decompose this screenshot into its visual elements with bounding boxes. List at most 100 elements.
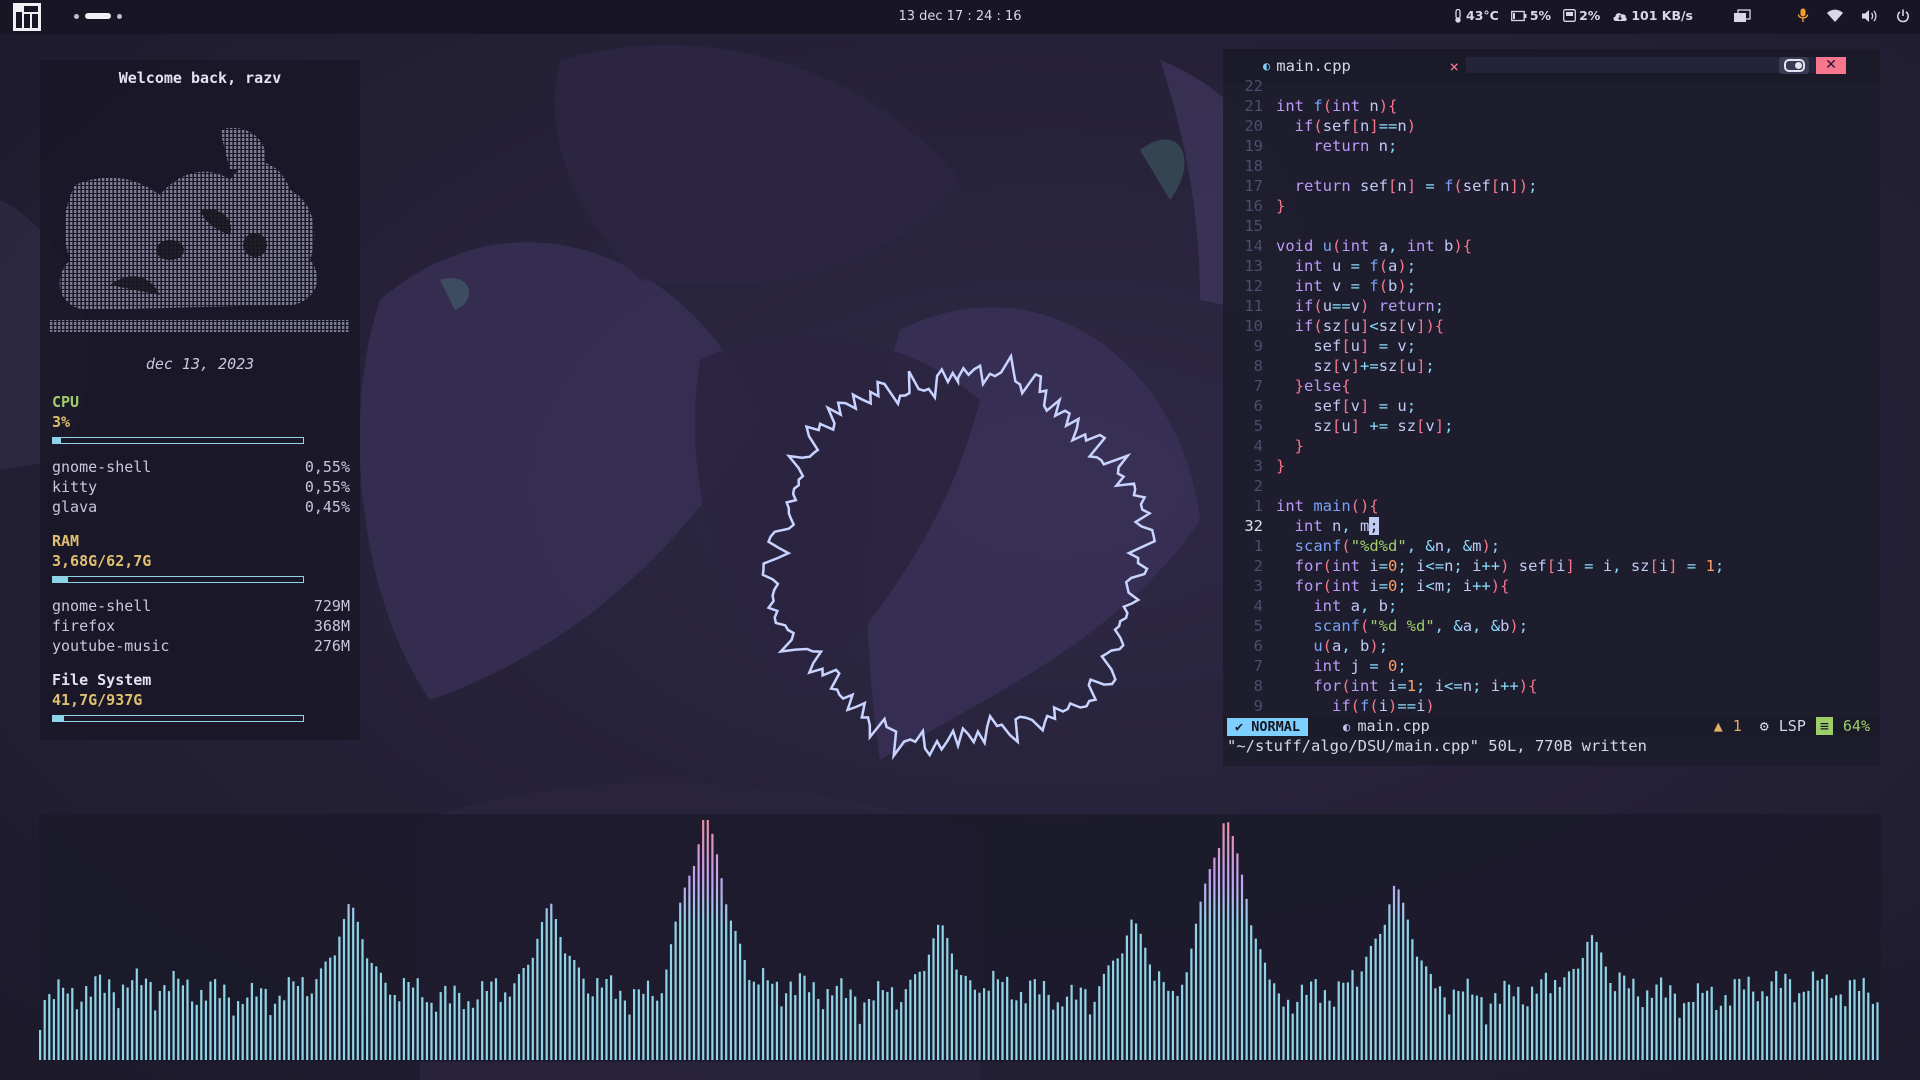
code-line[interactable]: int j = 0; [1276, 657, 1406, 675]
code-line[interactable]: for(int i=1; i<=n; i++){ [1276, 677, 1537, 695]
visualizer-bar [983, 988, 986, 1060]
wifi-indicator[interactable] [1827, 9, 1843, 22]
visualizer-bar [536, 938, 539, 1060]
visualizer-bar [1282, 1006, 1285, 1060]
visualizer-bar [1319, 1002, 1322, 1060]
code-line[interactable]: int f(int n){ [1276, 97, 1397, 115]
visualizer-bar [154, 1010, 157, 1060]
code-line[interactable]: return n; [1276, 137, 1397, 155]
code-line[interactable]: if(sz[u]<sz[v]){ [1276, 317, 1444, 335]
code-line[interactable]: if(f(i)==i) [1276, 697, 1435, 715]
visualizer-bar [872, 1000, 875, 1060]
code-line[interactable]: scanf("%d %d", &a, &b); [1276, 617, 1528, 635]
visualizer-bar [453, 985, 456, 1060]
warning-icon: ▲ [1713, 717, 1723, 735]
visualizer-bar [1862, 977, 1865, 1060]
visualizer-bar [1521, 1004, 1524, 1060]
line-number: 11 [1244, 297, 1263, 315]
visualizer-bar [688, 875, 691, 1060]
visualizer-bar [324, 961, 327, 1060]
code-line[interactable]: int n, m; [1276, 517, 1379, 535]
line-number: 13 [1244, 257, 1263, 275]
code-line[interactable]: if(sef[n]==n) [1276, 117, 1416, 135]
code-line[interactable]: }else{ [1276, 377, 1351, 395]
visualizer-bar [835, 985, 838, 1060]
code-line[interactable]: sz[u] += sz[v]; [1276, 417, 1453, 435]
fs-bar [52, 715, 304, 722]
code-editor-window[interactable]: ◐ main.cpp × ✕ 22 21 int f(int n){20 if(se… [1223, 49, 1880, 766]
visualizer-bar [1429, 974, 1432, 1060]
visualizer-bar [135, 968, 138, 1060]
tab-main-cpp[interactable]: ◐ main.cpp × [1263, 49, 1473, 83]
visualizer-bar [1554, 980, 1557, 1060]
visualizer-bar [1669, 985, 1672, 1060]
visualizer-bar [1784, 973, 1787, 1060]
visualizer-bar [1351, 970, 1354, 1060]
visualizer-bar [1098, 986, 1101, 1060]
close-window-button[interactable]: ✕ [1816, 57, 1846, 74]
visualizer-bar [748, 980, 751, 1060]
visualizer-bar [1323, 990, 1326, 1060]
code-line[interactable]: scanf("%d%d", &n, &m); [1276, 537, 1500, 555]
visualizer-bar [702, 820, 705, 1060]
system-monitor-panel: Welcome back, razv dec 13, 2023 CPU 3% g… [40, 60, 360, 740]
code-line[interactable]: for(int i=0; i<=n; i++) sef[i] = i, sz[i… [1276, 557, 1725, 575]
code-line[interactable]: sef[u] = v; [1276, 337, 1416, 355]
code-line[interactable]: int v = f(b); [1276, 277, 1416, 295]
proc-value: 0,55% [304, 458, 350, 476]
temperature-indicator[interactable]: 43°C [1453, 8, 1499, 23]
visualizer-bar [1402, 902, 1405, 1060]
visualizer-bar [389, 994, 392, 1060]
visualizer-bar [402, 978, 405, 1060]
line-number: 16 [1244, 197, 1263, 215]
visualizer-bar [1466, 978, 1469, 1060]
battery-value: 5% [1529, 8, 1552, 23]
tab-close-button[interactable]: × [1449, 57, 1459, 76]
volume-indicator[interactable] [1861, 9, 1878, 23]
code-line[interactable]: sz[v]+=sz[u]; [1276, 357, 1434, 375]
visualizer-bar [1346, 982, 1349, 1060]
visualizer-bar [1061, 1006, 1064, 1060]
vim-icon: ✔ [1235, 719, 1252, 735]
code-line[interactable]: u(a, b); [1276, 637, 1388, 655]
code-line[interactable]: int u = f(a); [1276, 257, 1416, 275]
battery-indicator[interactable]: 5% [1510, 8, 1552, 23]
code-line[interactable]: } [1276, 437, 1304, 455]
visualizer-bar [144, 978, 148, 1060]
visualizer-bar [209, 981, 212, 1060]
code-line[interactable]: if(u==v) return; [1276, 297, 1444, 315]
code-line[interactable]: for(int i=0; i<m; i++){ [1276, 577, 1510, 595]
microphone-indicator[interactable] [1797, 8, 1809, 23]
network-indicator[interactable]: 101 KB/s [1612, 8, 1693, 23]
visualizer-bar [287, 977, 290, 1060]
visualizer-bar [817, 998, 820, 1060]
code-line[interactable]: void u(int a, int b){ [1276, 237, 1472, 255]
visualizer-bar [1871, 1003, 1874, 1060]
code-line[interactable]: sef[v] = u; [1276, 397, 1416, 415]
screen-share-indicator[interactable] [1733, 8, 1751, 23]
power-indicator[interactable] [1896, 9, 1910, 23]
ram-proc-row: youtube-music 276M [52, 637, 350, 655]
visualizer-bar [1199, 901, 1202, 1060]
visualizer-bar [1876, 1002, 1879, 1060]
visualizer-bar [273, 1003, 277, 1060]
tab-bar: ◐ main.cpp × ✕ [1223, 49, 1880, 83]
visualizer-bar [1650, 997, 1653, 1060]
visualizer-bar [573, 960, 576, 1060]
visualizer-bar [112, 992, 115, 1060]
visualizer-bar [1858, 991, 1861, 1060]
code-line[interactable]: int a, b; [1276, 597, 1397, 615]
visualizer-bar [1277, 993, 1280, 1060]
code-line[interactable]: return sef[n] = f(sef[n]); [1276, 177, 1538, 195]
visualizer-bar [651, 995, 654, 1060]
visualizer-bar [1660, 977, 1663, 1060]
visualizer-bar [1310, 981, 1313, 1060]
lsp-label: LSP [1778, 717, 1806, 735]
code-line[interactable]: int main(){ [1276, 497, 1379, 515]
disk-indicator[interactable]: 2% [1563, 8, 1600, 23]
line-number: 2 [1253, 557, 1263, 575]
visualizer-bar [1512, 996, 1515, 1060]
code-line[interactable]: } [1276, 457, 1285, 475]
code-line[interactable]: } [1276, 197, 1285, 215]
toggle-icon[interactable] [1779, 57, 1809, 74]
